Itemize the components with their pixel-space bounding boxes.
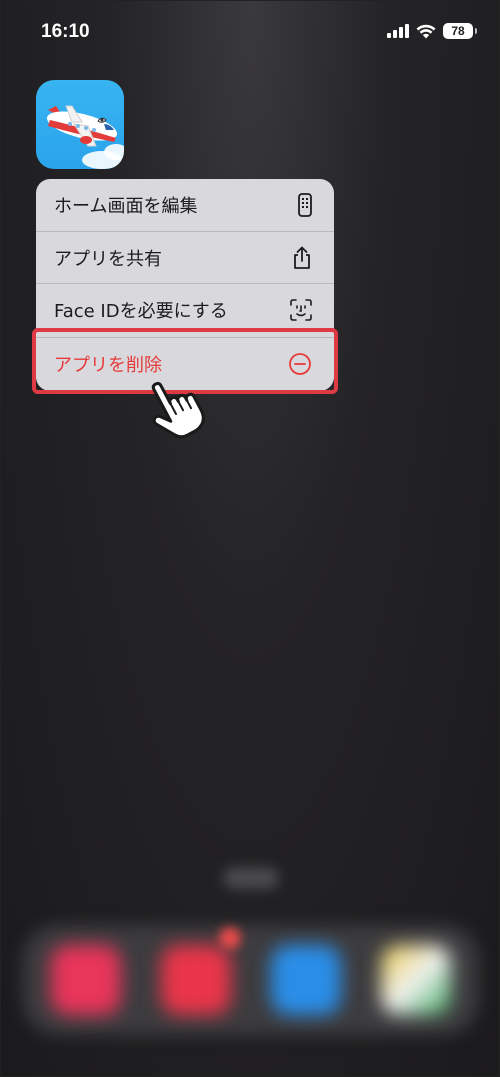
app-context-menu: ホーム画面を編集 アプリを共有 Face IDを必要にする アプリを削除: [36, 179, 334, 391]
wifi-icon: [416, 24, 436, 38]
status-bar: 16:10 78: [1, 1, 499, 65]
dock-app-icon: [161, 945, 231, 1015]
menu-item-share-app[interactable]: アプリを共有: [36, 231, 334, 283]
menu-item-label: アプリを削除: [54, 354, 162, 376]
phone-icon: [298, 193, 312, 217]
minus-circle-icon: [289, 352, 311, 375]
dock-app-icon: [381, 945, 451, 1015]
menu-item-edit-home-screen[interactable]: ホーム画面を編集: [36, 179, 334, 231]
status-time: 16:10: [41, 21, 90, 42]
menu-item-label: Face IDを必要にする: [54, 300, 228, 322]
battery-indicator: 78: [443, 23, 477, 39]
share-icon: [294, 246, 310, 269]
dock-app-icon: [271, 945, 341, 1015]
notification-badge: [219, 927, 241, 949]
pointing-hand-icon: [151, 381, 205, 439]
cellular-signal-icon: [387, 24, 409, 38]
menu-item-label: ホーム画面を編集: [54, 196, 198, 217]
airplane-icon: [46, 105, 124, 169]
phone-screen: 16:10 78 ホーム画面を編集 アプリを共有 Face IDを必要にする ア…: [0, 0, 500, 1077]
status-indicators: 78: [387, 23, 477, 39]
page-indicator: [223, 867, 279, 889]
face-id-icon: [290, 298, 312, 321]
airplane-app-icon[interactable]: [36, 80, 124, 169]
menu-item-require-face-id[interactable]: Face IDを必要にする: [36, 283, 334, 335]
dock-app-icon: [51, 945, 121, 1015]
menu-item-label: アプリを共有: [54, 248, 162, 270]
